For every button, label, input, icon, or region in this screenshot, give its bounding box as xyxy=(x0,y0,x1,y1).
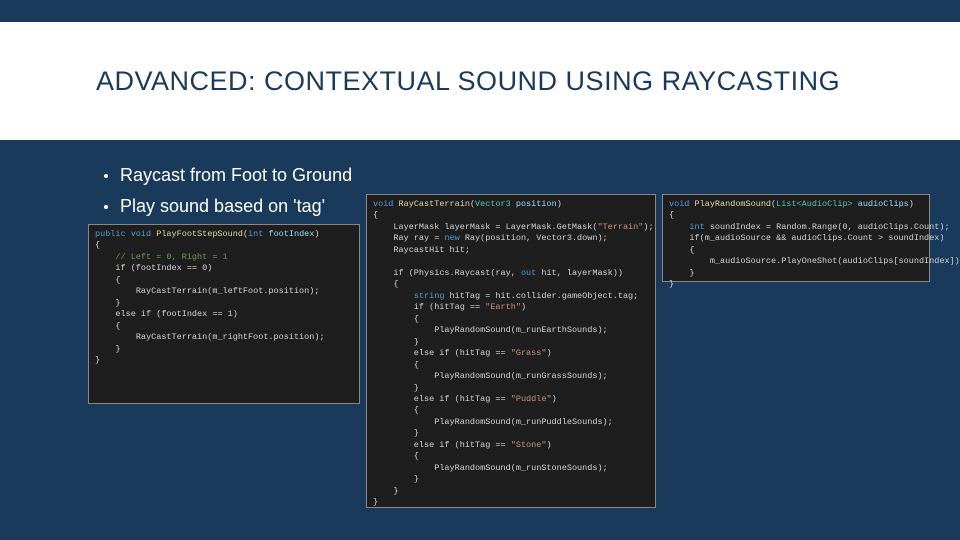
code-snippet-2: void RayCastTerrain(Vector3 position) { … xyxy=(366,194,656,508)
var: audioClips xyxy=(858,199,909,209)
bullet-list: Raycast from Foot to Ground Play sound b… xyxy=(104,165,352,227)
code-line: PlayRandomSound(m_runGrassSounds); xyxy=(434,371,607,381)
bullet-icon xyxy=(104,205,108,209)
str: "Terrain" xyxy=(597,222,643,232)
kw: string xyxy=(414,291,445,301)
bullet-icon xyxy=(104,174,108,178)
code-line: if(m_audioSource && audioClips.Count > s… xyxy=(689,233,944,243)
kw: public void xyxy=(95,229,151,239)
code-line: Ray(position, Vector3.down); xyxy=(460,233,608,243)
code-line: RaycastHit hit; xyxy=(393,245,470,255)
code-line: hitTag = hit.collider.gameObject.tag; xyxy=(444,291,638,301)
kw: int xyxy=(689,222,704,232)
fn: PlayFootStepSound xyxy=(156,229,243,239)
bullet-text: Play sound based on 'tag' xyxy=(120,196,325,217)
bullet-item: Raycast from Foot to Ground xyxy=(104,165,352,186)
type: List<AudioClip> xyxy=(776,199,853,209)
code-line: PlayRandomSound(m_runStoneSounds); xyxy=(434,463,607,473)
code-line: hit, layerMask)) xyxy=(536,268,623,278)
code-line: soundIndex = Random.Range(0, audioClips.… xyxy=(705,222,950,232)
code-line: PlayRandomSound(m_runPuddleSounds); xyxy=(434,417,613,427)
kw: int xyxy=(248,229,263,239)
fn: RayCastTerrain xyxy=(399,199,470,209)
str: Grass xyxy=(516,348,542,358)
code-snippet-3: void PlayRandomSound(List<AudioClip> aud… xyxy=(662,194,930,282)
code-line: ); xyxy=(643,222,653,232)
code-line: if (footIndex == 0) xyxy=(115,263,212,273)
slide-title: ADVANCED: CONTEXTUAL SOUND USING RAYCAST… xyxy=(96,66,840,97)
str: Stone xyxy=(516,440,542,450)
code-line: if (Physics.Raycast(ray, xyxy=(393,268,521,278)
code-line: LayerMask layerMask = LayerMask.GetMask( xyxy=(393,222,597,232)
code-line: else if (footIndex == 1) xyxy=(115,309,237,319)
str: Earth xyxy=(490,302,516,312)
kw: void xyxy=(669,199,689,209)
bullet-text: Raycast from Foot to Ground xyxy=(120,165,352,186)
bullet-item: Play sound based on 'tag' xyxy=(104,196,352,217)
code-line: Ray ray = xyxy=(393,233,444,243)
comment: // Left = 0, Right = 1 xyxy=(115,252,227,262)
code-snippet-1: public void PlayFootStepSound(int footIn… xyxy=(88,224,360,404)
title-banner: ADVANCED: CONTEXTUAL SOUND USING RAYCAST… xyxy=(0,22,960,140)
type: Vector3 xyxy=(475,199,511,209)
var: position xyxy=(516,199,557,209)
kw: void xyxy=(373,199,393,209)
code-line: RayCastTerrain(m_rightFoot.position); xyxy=(136,332,325,342)
str: Puddle xyxy=(516,394,547,404)
code-line: m_audioSource.PlayOneShot(audioClips[sou… xyxy=(710,256,960,266)
kw: new xyxy=(444,233,459,243)
var: footIndex xyxy=(268,229,314,239)
code-line: PlayRandomSound(m_runEarthSounds); xyxy=(434,325,607,335)
kw: out xyxy=(521,268,536,278)
code-line: RayCastTerrain(m_leftFoot.position); xyxy=(136,286,320,296)
fn: PlayRandomSound xyxy=(695,199,772,209)
